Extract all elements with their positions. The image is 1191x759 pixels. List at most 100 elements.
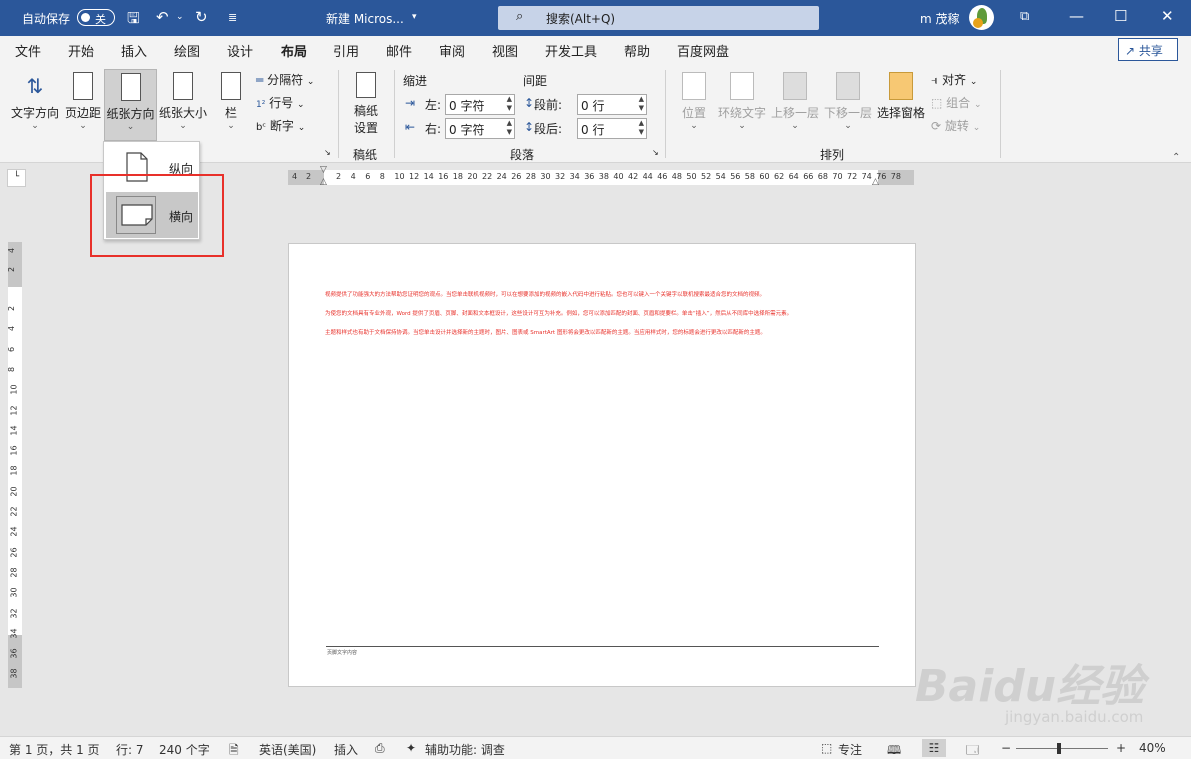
word-count[interactable]: 240 个字	[159, 741, 210, 758]
position-label: 位置	[681, 106, 706, 120]
read-mode-icon[interactable]: 🕮	[887, 741, 901, 759]
wrap-text-button[interactable]: 环绕文字 ⌄	[716, 72, 768, 131]
chevron-down-icon: ⌄	[31, 121, 39, 131]
footer-text[interactable]: 页脚文字内容	[327, 649, 357, 656]
breaks-button[interactable]: ═ 分隔符 ⌄	[256, 71, 314, 88]
body-paragraph[interactable]: 主题和样式也有助于文档保持协调。当您单击设计并选择新的主题时，图片、图表或 Sm…	[325, 330, 881, 338]
tab-mailings[interactable]: 邮件	[386, 41, 412, 60]
proofing-icon[interactable]: 🗎	[229, 741, 239, 759]
position-button[interactable]: 位置 ⌄	[678, 72, 710, 131]
page-count[interactable]: 第 1 页，共 1 页	[9, 741, 100, 758]
spin-arrows-icon[interactable]: ▲ ▼	[639, 119, 644, 137]
zoom-out-icon[interactable]: −	[1001, 741, 1011, 755]
autosave-toggle[interactable]: 关	[77, 9, 115, 26]
customize-toolbar-icon[interactable]: ≣	[228, 11, 237, 24]
zoom-level[interactable]: 40%	[1139, 741, 1166, 755]
tab-draw[interactable]: 绘图	[174, 41, 200, 60]
macro-icon[interactable]: ⎙	[375, 741, 385, 756]
zoom-slider-thumb[interactable]	[1057, 743, 1061, 754]
input-mode[interactable]: 插入	[334, 741, 358, 758]
spin-arrows-icon[interactable]: ▲ ▼	[639, 95, 644, 113]
maximize-icon[interactable]: ☐	[1114, 7, 1127, 25]
selection-pane-button[interactable]: 选择窗格	[875, 72, 927, 121]
body-paragraph[interactable]: 为使您的文档具有专业外观，Word 提供了页眉、页脚、封面和文本框设计，这些设计…	[325, 311, 881, 319]
zoom-in-icon[interactable]: +	[1116, 741, 1126, 755]
save-icon[interactable]: 🖫	[127, 8, 140, 33]
tab-layout[interactable]: 布局	[281, 41, 308, 67]
tab-references[interactable]: 引用	[333, 41, 359, 60]
tab-file[interactable]: 文件	[15, 41, 41, 60]
focus-icon[interactable]: ⬚	[821, 741, 832, 755]
zoom-slider[interactable]	[1016, 748, 1108, 749]
ruler-tick-label: 16	[9, 445, 19, 456]
close-icon[interactable]: ✕	[1161, 7, 1174, 25]
focus-label[interactable]: 专注	[838, 741, 862, 758]
draft-settings-button[interactable]: 稿纸 设置	[348, 72, 384, 136]
rotate-button[interactable]: ⟳ 旋转 ⌄	[931, 117, 980, 134]
ruler-tick-label: 72	[847, 172, 858, 181]
share-button[interactable]: ↗ 共享	[1118, 38, 1178, 61]
page-setup-launcher-icon[interactable]: ↘	[324, 148, 331, 157]
tab-developer[interactable]: 开发工具	[545, 41, 597, 60]
columns-button[interactable]: 栏 ⌄	[218, 72, 244, 131]
ruler-tick-label: 12	[409, 172, 420, 181]
redo-icon[interactable]: ↻	[195, 8, 208, 26]
tab-help[interactable]: 帮助	[624, 41, 650, 60]
align-button[interactable]: ⫣ 对齐 ⌄	[931, 71, 977, 88]
line-position[interactable]: 行: 7	[116, 741, 144, 758]
collapse-ribbon-icon[interactable]: ⌃	[1172, 152, 1180, 163]
hyphenation-button[interactable]: bᶜ 断字 ⌄	[256, 117, 305, 134]
undo-dropdown-icon[interactable]: ⌄	[176, 12, 184, 22]
first-line-indent-marker[interactable]: ▽	[320, 165, 327, 175]
bring-forward-button[interactable]: 上移一层 ⌄	[769, 72, 821, 131]
tab-design[interactable]: 设计	[227, 41, 253, 60]
group-objects-button[interactable]: ⬚ 组合 ⌄	[931, 94, 982, 111]
space-after-input[interactable]: 0 行 ▲ ▼	[577, 118, 647, 139]
spin-arrows-icon[interactable]: ▲ ▼	[507, 119, 512, 137]
tab-insert[interactable]: 插入	[121, 41, 147, 60]
print-layout-icon[interactable]: ☷	[922, 739, 946, 757]
tab-baidu-netdisk[interactable]: 百度网盘	[677, 41, 729, 60]
ruler-tick-label: 4	[7, 247, 17, 254]
search-box[interactable]: ⌕ 搜索(Alt+Q)	[498, 6, 819, 30]
tab-view[interactable]: 视图	[492, 41, 518, 60]
ruler-margin-bottom	[8, 635, 22, 688]
ruler-tick-label: 36	[584, 172, 595, 181]
orientation-button[interactable]: 纸张方向 ⌄	[104, 69, 157, 141]
send-backward-button[interactable]: 下移一层 ⌄	[822, 72, 874, 131]
tab-review[interactable]: 审阅	[439, 41, 465, 60]
vertical-ruler[interactable]: 4 2 2 4 6 8 10 12 14 16 18 20 22 24 26 28 30 32 34 36 38	[7, 242, 22, 688]
indent-right-input[interactable]: 0 字符 ▲ ▼	[445, 118, 515, 139]
spin-arrows-icon[interactable]: ▲ ▼	[507, 95, 512, 113]
document-title[interactable]: 新建 Micros...	[326, 10, 404, 27]
space-before-input[interactable]: 0 行 ▲ ▼	[577, 94, 647, 115]
indent-left-input[interactable]: 0 字符 ▲ ▼	[445, 94, 515, 115]
hanging-indent-marker[interactable]: △	[320, 177, 327, 187]
size-button[interactable]: 纸张大小 ⌄	[158, 72, 208, 131]
minimize-icon[interactable]: —	[1069, 7, 1084, 25]
avatar-sun-shape	[973, 18, 983, 28]
accessibility-status[interactable]: 辅助功能: 调查	[425, 741, 505, 758]
tab-home[interactable]: 开始	[68, 41, 94, 60]
ruler-tick-label: 14	[9, 425, 19, 436]
margins-button[interactable]: 页边距 ⌄	[63, 72, 103, 131]
body-paragraph[interactable]: 视频提供了功能强大的方法帮助您证明您的观点。当您单击联机视频时，可以在想要添加的…	[325, 292, 881, 300]
undo-icon[interactable]: ↶	[156, 8, 169, 26]
paragraph-launcher-icon[interactable]: ↘	[652, 148, 659, 157]
text-direction-button[interactable]: ⇅ 文字方向 ⌄	[8, 72, 62, 131]
space-before-icon: ↕	[524, 96, 535, 110]
language[interactable]: 英语(美国)	[259, 741, 316, 758]
draft-group-label: 稿纸	[353, 148, 378, 162]
chevron-down-icon: ⌄	[179, 121, 187, 131]
title-dropdown-icon[interactable]: ▾	[412, 12, 417, 22]
tab-selector[interactable]: └	[7, 169, 26, 187]
web-layout-icon[interactable]: 🗔	[966, 741, 979, 759]
ruler-tick-label: 4	[7, 326, 17, 332]
ribbon-display-icon[interactable]: ⧉	[1020, 9, 1029, 24]
user-name[interactable]: m 茂稼	[920, 10, 960, 27]
horizontal-ruler[interactable]: 4 2 2 4 6 8 10 12 14 16 18 20 22 24 26 28 30 32 34 36 38 40 42…	[288, 165, 914, 187]
avatar[interactable]	[969, 5, 994, 30]
document-page[interactable]: 视频提供了功能强大的方法帮助您证明您的观点。当您单击联机视频时，可以在想要添加的…	[288, 243, 916, 687]
line-numbers-button[interactable]: 1² 行号 ⌄	[256, 94, 305, 111]
right-indent-marker[interactable]: △	[872, 177, 879, 187]
